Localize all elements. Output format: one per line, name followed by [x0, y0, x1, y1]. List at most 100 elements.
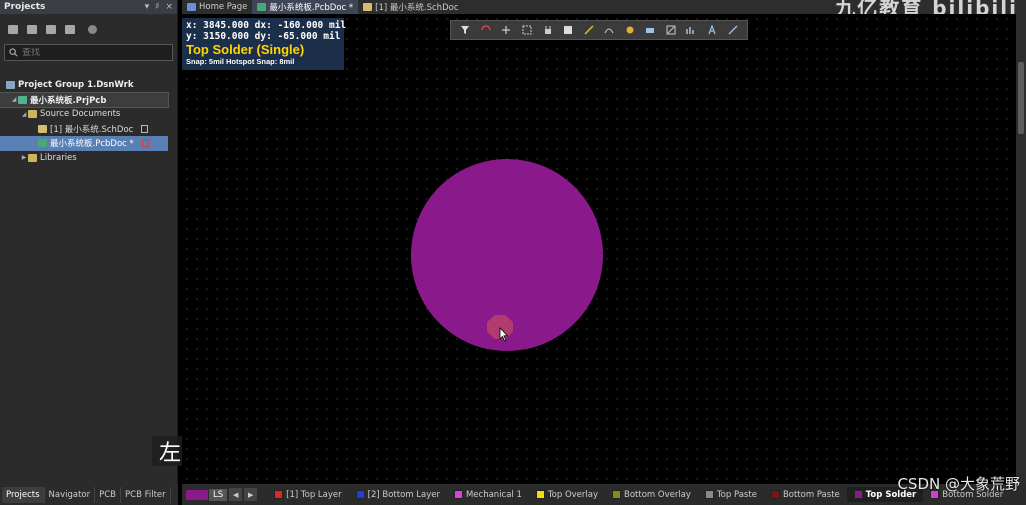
layer-tab-label: Mechanical 1 — [465, 489, 522, 500]
document-modified-icon — [141, 139, 149, 148]
projects-panel: Projects ▾ ♯ × Project Group 1.DsnWrk ◢ … — [0, 0, 178, 505]
csdn-watermark: CSDN @大象荒野 — [897, 475, 1020, 493]
schematic-doc-icon — [363, 3, 373, 11]
text-icon[interactable] — [705, 23, 719, 37]
doc-tab-label: Home Page — [199, 2, 248, 12]
close-folder-icon[interactable] — [65, 24, 75, 34]
layer-color-swatch — [612, 490, 621, 499]
layer-color-swatch — [535, 490, 545, 499]
cross-icon[interactable] — [499, 23, 513, 37]
arc-icon[interactable] — [602, 23, 616, 37]
collapse-arrow-icon[interactable]: ◢ — [20, 111, 28, 118]
x-coordinate: x: 3845.000 dx: -160.000 mil — [186, 20, 347, 31]
layer-color-swatch — [453, 490, 463, 499]
layer-tab-top-overlay[interactable]: Top Overlay — [529, 487, 605, 502]
open-folder-icon[interactable] — [46, 24, 56, 34]
panel-title: Projects — [4, 2, 46, 12]
save-icon[interactable] — [8, 24, 18, 34]
folder-icon — [28, 110, 37, 119]
tree-item-label: 最小系统板.PcbDoc * — [50, 139, 134, 150]
y-coordinate: y: 3150.000 dy: -65.000 mil — [186, 31, 341, 42]
tree-item-label: 最小系统板.PrjPcb — [30, 95, 107, 106]
search-input[interactable] — [22, 47, 162, 58]
layer-tab-label: Bottom Overlay — [624, 489, 691, 500]
layer-set-button[interactable]: LS — [209, 488, 228, 501]
layer-tab-bottom-paste[interactable]: Bottom Paste — [764, 487, 847, 502]
current-layer-name: Top Solder (Single) — [186, 42, 305, 57]
layer-tab-label: Top Overlay — [547, 489, 598, 500]
tab-navigator[interactable]: Navigator — [45, 486, 96, 503]
doc-tab-label: [1] 最小系统.SchDoc — [375, 3, 459, 13]
layer-tab-bottom-overlay[interactable]: Bottom Overlay — [605, 487, 698, 502]
layer-color-swatch — [355, 490, 365, 499]
pcb-doc-icon — [257, 3, 267, 11]
project-tree: Project Group 1.DsnWrk ◢ 最小系统板.PrjPcb ◢ … — [0, 78, 178, 165]
vertical-scrollbar[interactable] — [1016, 14, 1026, 484]
layer-tab-label: Top Paste — [716, 489, 757, 500]
tree-item-label: Libraries — [40, 152, 77, 163]
track-icon[interactable] — [582, 23, 596, 37]
line-icon[interactable] — [726, 23, 740, 37]
pcb-doc-icon — [38, 139, 47, 148]
panel-menu-icon[interactable]: ▾ — [145, 2, 150, 12]
pad-icon[interactable] — [623, 23, 637, 37]
tab-pcb[interactable]: PCB — [95, 486, 122, 503]
layer-tab-bottom-layer[interactable]: [2] Bottom Layer — [349, 487, 447, 502]
layer-tab-top-layer[interactable]: [1] Top Layer — [267, 487, 349, 502]
tree-item-pcbdoc[interactable]: 最小系统板.PcbDoc * — [0, 136, 168, 151]
fill-icon[interactable] — [643, 23, 657, 37]
route-icon[interactable] — [479, 23, 493, 37]
panel-pin-icon[interactable]: ♯ — [155, 2, 159, 12]
tree-item-libraries[interactable]: ▶ Libraries — [0, 151, 178, 166]
pcb-project-icon — [18, 95, 27, 104]
snap-info: Snap: 5mil Hotspot Snap: 8mil — [186, 57, 295, 66]
scrollbar-thumb[interactable] — [1018, 62, 1024, 134]
search-icon — [9, 48, 18, 57]
tree-item-label: [1] 最小系统.SchDoc — [50, 124, 134, 135]
layer-color-swatch — [274, 490, 284, 499]
project-group-icon — [6, 81, 15, 90]
tab-projects[interactable]: Projects — [2, 486, 45, 503]
chart-icon[interactable] — [684, 23, 698, 37]
gear-icon[interactable] — [88, 24, 97, 34]
schematic-doc-icon — [38, 124, 47, 133]
panel-tabs: Projects Navigator PCB PCB Filter — [0, 484, 178, 505]
layer-prev-button[interactable]: ◀ — [229, 488, 243, 501]
document-tabs: Home Page 最小系统板.PcbDoc * [1] 最小系统.SchDoc… — [182, 0, 1026, 20]
tree-item-source-documents[interactable]: ◢ Source Documents — [0, 107, 178, 122]
layer-color-swatch — [853, 490, 863, 499]
home-icon — [187, 3, 196, 11]
layer-tab-top-paste[interactable]: Top Paste — [698, 487, 764, 502]
tree-item-pcb-project[interactable]: ◢ 最小系统板.PrjPcb — [0, 91, 169, 108]
layer-color-swatch — [770, 490, 780, 499]
layer-tab-label: Bottom Paste — [782, 489, 840, 500]
tree-item-project-group[interactable]: Project Group 1.DsnWrk — [0, 78, 178, 93]
layer-icon[interactable] — [561, 23, 575, 37]
panel-close-icon[interactable]: × — [165, 2, 173, 12]
search-box[interactable] — [4, 44, 173, 61]
mouse-cursor-icon — [499, 327, 509, 342]
polygon-icon[interactable] — [664, 23, 678, 37]
doc-tab-schdoc[interactable]: [1] 最小系统.SchDoc — [358, 0, 463, 14]
doc-tab-home[interactable]: Home Page — [182, 0, 252, 14]
tree-item-label: Project Group 1.DsnWrk — [18, 80, 134, 91]
tree-item-label: Source Documents — [40, 109, 121, 120]
layer-tab-label: [1] Top Layer — [286, 489, 342, 500]
doc-tab-label: 最小系统板.PcbDoc * — [269, 3, 354, 13]
select-rect-icon[interactable] — [520, 23, 534, 37]
layer-color-swatch — [704, 490, 714, 499]
document-status-icon — [141, 124, 149, 133]
doc-tab-pcbdoc[interactable]: 最小系统板.PcbDoc * — [252, 0, 359, 14]
filter-icon[interactable] — [458, 23, 472, 37]
tree-item-schdoc[interactable]: [1] 最小系统.SchDoc — [0, 122, 178, 137]
collapse-arrow-icon[interactable]: ◢ — [10, 96, 18, 103]
current-layer-swatch[interactable] — [186, 489, 208, 500]
folder-icon — [28, 153, 37, 162]
layer-tab-mechanical-1[interactable]: Mechanical 1 — [447, 487, 529, 502]
layer-next-button[interactable]: ▶ — [244, 488, 258, 501]
layer-tab-label: [2] Bottom Layer — [367, 489, 440, 500]
expand-arrow-icon[interactable]: ▶ — [20, 154, 28, 161]
tab-pcb-filter[interactable]: PCB Filter — [121, 486, 171, 503]
compile-icon[interactable] — [27, 24, 37, 34]
component-icon[interactable] — [541, 23, 555, 37]
